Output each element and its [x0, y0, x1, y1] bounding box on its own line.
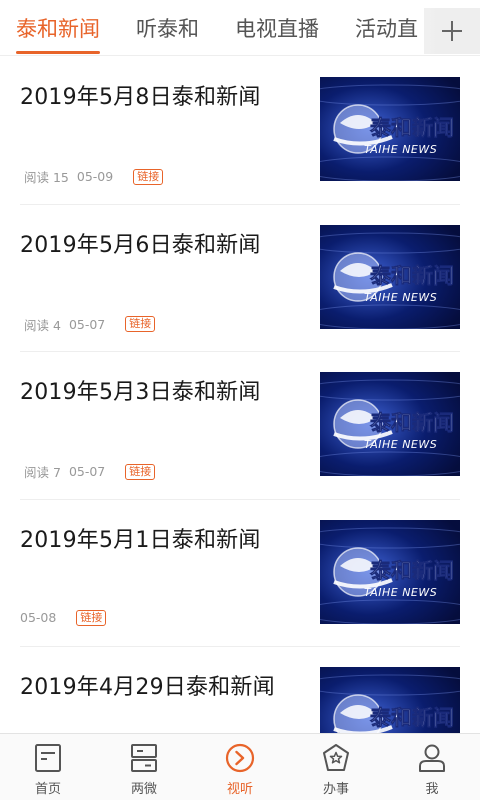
svg-text:TAIHE NEWS: TAIHE NEWS [364, 586, 437, 599]
news-thumbnail: 泰和新闻 TAIHE NEWS [320, 224, 460, 329]
news-title: 2019年5月6日泰和新闻 [20, 232, 261, 258]
news-date: 05-07 [68, 464, 106, 479]
news-date: 05-08 [20, 610, 57, 625]
bottom-nav: 首页 两微 视听 办事 我 [0, 733, 480, 800]
nav-two-micro[interactable]: 两微 [96, 734, 192, 800]
nav-audio-video-label: 视听 [226, 782, 253, 797]
play-circle-icon [225, 743, 255, 773]
news-title: 2019年4月29日泰和新闻 [20, 675, 275, 700]
news-feed[interactable]: 2019年5月8日泰和新闻 阅读 15 05-09 链接 泰和新闻 TAIHE … [0, 57, 480, 733]
svg-text:TAIHE NEWS: TAIHE NEWS [364, 291, 437, 304]
news-meta: 阅读 7 05-07 链接 [24, 462, 156, 481]
plus-icon [442, 21, 462, 41]
svg-text:TAIHE NEWS: TAIHE NEWS [364, 438, 437, 451]
news-date: 05-09 [76, 169, 114, 184]
news-thumbnail: 泰和新闻 TAIHE NEWS [320, 519, 460, 624]
star-badge-icon [323, 744, 349, 771]
news-title: 2019年5月1日泰和新闻 [20, 527, 261, 553]
nav-two-micro-label: 两微 [130, 782, 157, 797]
home-doc-icon [35, 744, 61, 772]
nav-audio-video[interactable]: 视听 [192, 734, 288, 800]
news-thumbnail: 泰和新闻 TAIHE NEWS [320, 77, 460, 181]
news-meta: 05-08 链接 [20, 609, 107, 626]
tab-taihe-news[interactable]: 泰和新闻 [0, 0, 118, 55]
news-meta: 阅读 4 05-07 链接 [24, 315, 156, 334]
link-badge: 链接 [125, 463, 156, 480]
svg-text:泰和新闻: 泰和新闻 [369, 559, 454, 583]
news-item[interactable]: 2019年5月6日泰和新闻 阅读 4 05-07 链接 泰和新闻 TAIHE N… [20, 205, 460, 352]
svg-text:泰和新闻: 泰和新闻 [369, 706, 454, 730]
news-thumbnail: 泰和新闻 TAIHE NEWS [320, 667, 460, 733]
news-date: 05-07 [68, 316, 106, 332]
nav-home[interactable]: 首页 [0, 734, 96, 800]
svg-text:泰和新闻: 泰和新闻 [369, 264, 454, 288]
nav-me[interactable]: 我 [384, 734, 480, 800]
link-badge: 链接 [133, 168, 164, 185]
nav-me-label: 我 [425, 782, 439, 797]
add-channel-button[interactable] [424, 8, 480, 54]
news-item[interactable]: 2019年5月3日泰和新闻 阅读 7 05-07 链接 泰和新闻 TAIHE N… [20, 352, 460, 500]
tab-event-live[interactable]: 活动直 [337, 0, 436, 55]
svg-text:泰和新闻: 泰和新闻 [369, 116, 454, 140]
top-tab-bar: 泰和新闻 听泰和 电视直播 活动直 [0, 0, 480, 56]
nav-home-label: 首页 [34, 782, 61, 797]
read-count: 阅读 4 [24, 317, 61, 333]
nav-services-label: 办事 [322, 782, 349, 797]
svg-text:TAIHE NEWS: TAIHE NEWS [364, 143, 437, 156]
svg-text:泰和新闻: 泰和新闻 [369, 411, 454, 435]
news-item[interactable]: 2019年4月29日泰和新闻 泰和新闻 TAIHE NEWS [20, 647, 460, 733]
two-panels-icon [131, 744, 157, 772]
news-meta: 阅读 15 05-09 链接 [24, 167, 164, 186]
tab-tv-live[interactable]: 电视直播 [217, 0, 337, 55]
news-item[interactable]: 2019年5月1日泰和新闻 05-08 链接 泰和新闻 TAIHE NEWS [20, 500, 460, 647]
news-title: 2019年5月3日泰和新闻 [20, 380, 261, 405]
read-count: 阅读 15 [24, 170, 69, 185]
news-thumbnail: 泰和新闻 TAIHE NEWS [320, 372, 460, 476]
nav-services[interactable]: 办事 [288, 734, 384, 800]
news-title: 2019年5月8日泰和新闻 [20, 85, 261, 110]
link-badge: 链接 [76, 609, 107, 626]
news-item[interactable]: 2019年5月8日泰和新闻 阅读 15 05-09 链接 泰和新闻 TAIHE … [20, 57, 460, 205]
link-badge: 链接 [125, 316, 156, 332]
user-icon [419, 744, 445, 772]
category-tabs: 泰和新闻 听泰和 电视直播 活动直 [0, 0, 436, 55]
read-count: 阅读 7 [24, 465, 61, 480]
tab-listen-taihe[interactable]: 听泰和 [118, 0, 217, 55]
